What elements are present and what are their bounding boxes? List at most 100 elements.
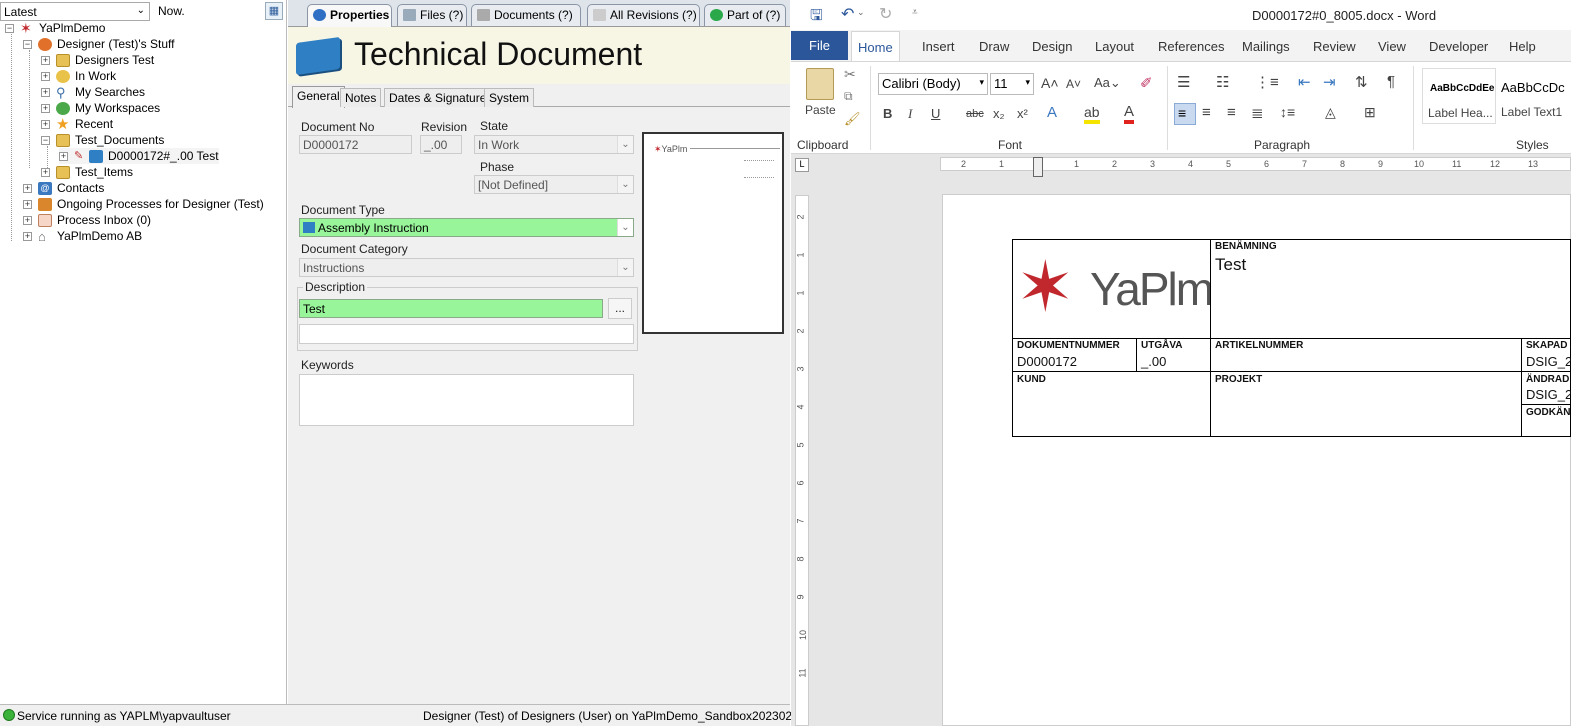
bold-icon[interactable]: B [883, 106, 892, 121]
tree-node[interactable]: + My Workspaces [41, 100, 160, 116]
text-effects-icon[interactable]: A [1047, 104, 1057, 121]
indent-marker[interactable] [1033, 157, 1043, 177]
shrink-font-icon[interactable]: A˅ [1066, 77, 1081, 91]
show-marks-icon[interactable]: ¶ [1387, 73, 1395, 90]
save-icon[interactable]: 🖫 [810, 5, 823, 30]
paste-icon[interactable] [806, 68, 834, 100]
tab-view[interactable]: View [1378, 39, 1406, 54]
justify-icon[interactable]: ≣ [1251, 104, 1264, 122]
underline-icon[interactable]: U [931, 106, 940, 121]
font-name-box[interactable]: Calibri (Body) ▾ [878, 73, 988, 95]
tab-help[interactable]: Help [1509, 39, 1536, 54]
tree-node[interactable]: + ⌂ YaPlmDemo AB [23, 228, 142, 244]
tab-mailings[interactable]: Mailings [1242, 39, 1290, 54]
align-center-icon[interactable]: ≡ [1202, 104, 1211, 121]
cut-icon[interactable]: ✂ [844, 66, 856, 83]
tab-review[interactable]: Review [1313, 39, 1356, 54]
tree-node[interactable]: − Designer (Test)'s Stuff [23, 36, 174, 52]
highlight-icon[interactable]: ab [1084, 104, 1100, 124]
tree-node[interactable]: + Ongoing Processes for Designer (Test) [23, 196, 264, 212]
style-label-text[interactable]: AaBbCcDc Label Text1 [1497, 68, 1571, 124]
tab-design[interactable]: Design [1032, 39, 1072, 54]
tab-draw[interactable]: Draw [979, 39, 1009, 54]
align-right-icon[interactable]: ≡ [1227, 104, 1236, 121]
clear-formatting-icon[interactable]: ✐ [1140, 74, 1153, 92]
redo-icon[interactable]: ↻ [879, 4, 892, 24]
subscript-icon[interactable]: x₂ [993, 106, 1005, 121]
version-select[interactable]: Latest ⌄ [0, 2, 150, 21]
document-type-select[interactable]: Assembly Instruction ⌄ [299, 218, 634, 237]
tab-all-revisions[interactable]: All Revisions (?) [587, 4, 700, 26]
benamning-cell [1210, 239, 1571, 339]
tree-node[interactable]: + ★ Recent [41, 116, 113, 132]
tab-notes[interactable]: Notes [340, 88, 382, 107]
tree-node-label: D0000172#_.00 Test [108, 149, 219, 163]
phase-select[interactable]: [Not Defined] ⌄ [474, 175, 634, 194]
tab-layout[interactable]: Layout [1095, 39, 1134, 54]
superscript-icon[interactable]: x² [1017, 106, 1028, 121]
undo-icon[interactable]: ↶ [841, 4, 854, 24]
copy-icon[interactable]: ⧉ [844, 89, 853, 104]
ruler-tick: 13 [1528, 159, 1539, 169]
style-label-heading[interactable]: AaBbCcDdEe Label Hea... [1422, 68, 1496, 124]
tab-part-of[interactable]: Part of (?) [704, 4, 786, 26]
calendar-icon[interactable]: ▦ [265, 2, 283, 20]
tree-node[interactable]: + Process Inbox (0) [23, 212, 151, 228]
revision-field[interactable]: _.00 [420, 135, 462, 154]
borders-icon[interactable]: ⊞ [1364, 104, 1376, 121]
italic-icon[interactable]: I [908, 106, 912, 122]
document-icon [303, 222, 315, 233]
numbering-icon[interactable]: ☷ [1216, 73, 1229, 91]
tree-node[interactable]: + ⚲ My Searches [41, 84, 145, 100]
tab-file[interactable]: File [791, 31, 848, 60]
multilevel-list-icon[interactable]: ⋮≡ [1255, 73, 1279, 91]
tree-node[interactable]: − Test_Documents [41, 132, 164, 148]
sort-icon[interactable]: ⇅ [1355, 73, 1368, 91]
tree-node-selected[interactable]: + ✎ D0000172#_.00 Test [59, 148, 219, 164]
paste-button[interactable]: Paste [805, 103, 836, 117]
grow-font-icon[interactable]: A˄ [1041, 75, 1059, 91]
tree-node[interactable]: − ✶ YaPlmDemo [5, 20, 105, 36]
document-category-select[interactable]: Instructions ⌄ [299, 258, 634, 277]
tab-system[interactable]: System [484, 88, 535, 107]
description-extra-field[interactable] [299, 324, 634, 344]
tree-node[interactable]: + @ Contacts [23, 180, 104, 196]
format-painter-icon[interactable]: 🖌 [844, 111, 861, 127]
tab-references[interactable]: References [1158, 39, 1224, 54]
tree-node-label: Designer (Test)'s Stuff [57, 37, 175, 51]
align-left-button[interactable]: ≡ [1174, 103, 1196, 125]
tab-developer[interactable]: Developer [1429, 39, 1488, 54]
tree-node[interactable]: + Designers Test [41, 52, 154, 68]
font-size-value: 11 [994, 76, 1008, 91]
decrease-indent-icon[interactable]: ⇤ [1298, 73, 1311, 91]
tab-documents[interactable]: Documents (?) [471, 4, 581, 26]
description-more-button[interactable]: ... [608, 298, 632, 319]
tab-dates-signatures[interactable]: Dates & Signatures [384, 88, 498, 107]
change-case-icon[interactable]: Aa⌄ [1094, 75, 1121, 91]
undo-dropdown-icon[interactable]: ⌄ [857, 7, 865, 18]
tree-node[interactable]: + In Work [41, 68, 116, 84]
font-color-icon[interactable]: A [1124, 103, 1135, 124]
font-size-box[interactable]: 11 ▾ [990, 73, 1034, 95]
tab-general[interactable]: General [292, 86, 345, 108]
keywords-label: Keywords [301, 358, 354, 372]
shading-icon[interactable]: ◬ [1325, 104, 1336, 121]
tab-insert[interactable]: Insert [922, 39, 955, 54]
tab-selector[interactable]: L [795, 158, 809, 172]
tab-files[interactable]: Files (?) [397, 4, 467, 26]
document-no-field[interactable]: D0000172 [299, 135, 412, 154]
strikethrough-icon[interactable]: abc [966, 108, 984, 120]
tab-properties[interactable]: Properties [307, 4, 392, 27]
keywords-field[interactable] [299, 374, 634, 426]
state-select[interactable]: In Work ⌄ [474, 135, 634, 154]
bullets-icon[interactable]: ☰ [1177, 73, 1190, 91]
line-spacing-icon[interactable]: ↕≡ [1280, 104, 1295, 120]
description-field[interactable]: Test [299, 299, 603, 318]
tree-node-label: Contacts [57, 181, 105, 195]
customize-qat-icon[interactable]: ⩡ [912, 7, 918, 18]
vruler-tick: 9 [795, 594, 806, 600]
increase-indent-icon[interactable]: ⇥ [1323, 73, 1336, 91]
utgava-label: UTGÅVA [1141, 340, 1183, 351]
tree-node[interactable]: + Test_Items [41, 164, 133, 180]
tab-home[interactable]: Home [851, 31, 900, 62]
